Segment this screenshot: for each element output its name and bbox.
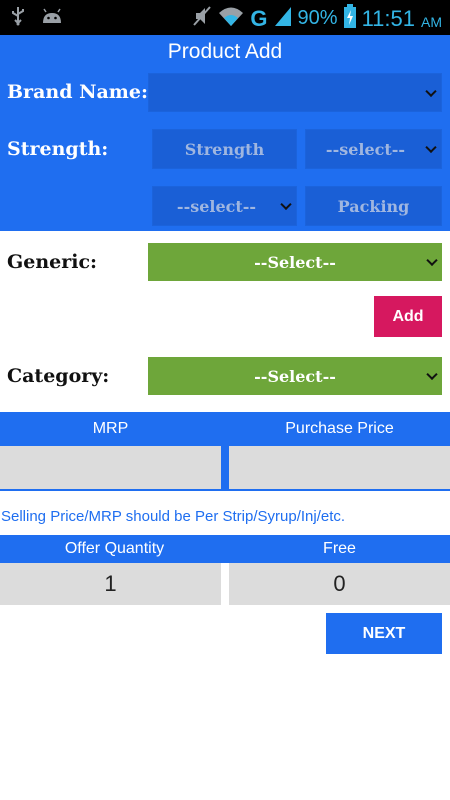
price-header-bar: MRP Purchase Price [0,412,450,445]
add-generic-button[interactable]: Add [374,296,442,337]
packing-unit-select[interactable]: --select-- [152,186,297,226]
packing-placeholder: Packing [337,196,410,216]
category-label: Category: [7,365,110,387]
price-note: Selling Price/MRP should be Per Strip/Sy… [1,508,346,525]
battery-charging-icon [343,4,356,33]
generic-label: Generic: [7,251,98,273]
chevron-down-icon [425,141,437,154]
chevron-down-icon [425,85,437,97]
strength-input[interactable]: Strength [152,129,297,169]
brand-name-label: Brand Name: [7,81,148,103]
packing-input[interactable]: Packing [305,186,442,226]
wifi-icon [218,5,244,32]
generic-select[interactable]: --Select-- [148,243,442,281]
free-quantity-input[interactable]: 0 [229,563,450,605]
offer-quantity-header: Offer Quantity [64,540,165,557]
purchase-price-input[interactable] [229,446,450,489]
category-select-value: --Select-- [254,366,336,386]
mute-icon [192,5,212,32]
status-bar: G 90% 11:51 AM [0,0,450,35]
mrp-input[interactable] [0,446,221,489]
chevron-down-icon [426,368,438,381]
brand-name-select[interactable] [148,73,442,112]
offer-quantity-input[interactable]: 1 [0,563,221,605]
next-button[interactable]: NEXT [326,613,442,654]
usb-icon [10,6,26,31]
clock-ampm: AM [421,13,442,30]
packing-unit-value: --select-- [176,196,257,216]
clock-time: 11:51 [361,5,415,31]
strength-placeholder: Strength [184,139,265,159]
category-select[interactable]: --Select-- [148,357,442,395]
android-icon [40,7,64,30]
network-type: G [250,5,268,31]
strength-unit-select[interactable]: --select-- [305,129,442,169]
signal-icon [274,5,292,32]
page-title: Product Add [167,40,283,63]
mrp-header: MRP [92,419,129,437]
offer-header-bar: Offer Quantity Free [0,535,450,563]
generic-select-value: --Select-- [254,252,336,272]
battery-percent: 90% [297,7,338,29]
strength-unit-value: --select-- [325,139,406,159]
free-header: Free [323,540,356,557]
chevron-down-icon [280,198,292,211]
chevron-down-icon [426,254,438,267]
strength-label: Strength: [7,138,109,160]
purchase-price-header: Purchase Price [285,419,394,437]
